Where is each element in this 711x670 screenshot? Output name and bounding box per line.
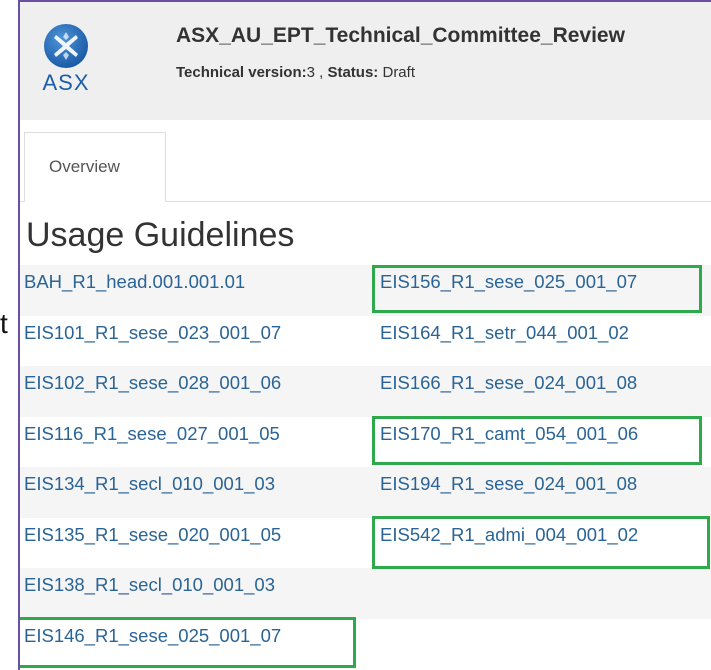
stray-character: t [0,308,8,339]
usage-guidelines-heading: Usage Guidelines [26,216,295,254]
asx-logo: ASX [38,24,94,96]
table-row: EIS101_R1_sese_023_001_07 EIS164_R1_setr… [20,316,711,367]
guideline-link[interactable]: EIS101_R1_sese_023_001_07 [24,316,281,366]
guideline-link[interactable]: EIS194_R1_sese_024_001_08 [380,467,637,517]
guideline-link[interactable]: EIS146_R1_sese_025_001_07 [24,619,281,669]
guideline-link[interactable]: BAH_R1_head.001.001.01 [24,265,245,315]
table-row: EIS138_R1_secl_010_001_03 [20,568,711,619]
tab-bar: Overview [20,120,711,202]
guideline-link[interactable]: EIS542_R1_admi_004_001_02 [380,518,638,568]
guideline-link[interactable]: EIS135_R1_sese_020_001_05 [24,518,281,568]
app-frame: ASX ASX_AU_EPT_Technical_Committee_Revie… [18,0,711,670]
usage-guidelines-grid: BAH_R1_head.001.001.01 EIS156_R1_sese_02… [20,265,711,669]
version-label: Technical version: [176,64,307,81]
guideline-link[interactable]: EIS166_R1_sese_024_001_08 [380,366,637,416]
table-row: EIS134_R1_secl_010_001_03 EIS194_R1_sese… [20,467,711,518]
page-header: ASX ASX_AU_EPT_Technical_Committee_Revie… [20,2,711,120]
page-title: ASX_AU_EPT_Technical_Committee_Review [176,24,625,47]
version-value: 3 , [306,64,324,81]
guideline-link[interactable]: EIS156_R1_sese_025_001_07 [380,265,637,315]
status-value: Draft [382,64,415,81]
version-status-line: Technical version:3 , Status: Draft [176,64,415,81]
guideline-link[interactable]: EIS102_R1_sese_028_001_06 [24,366,281,416]
status-label: Status: [327,64,379,81]
table-row: EIS135_R1_sese_020_001_05 EIS542_R1_admi… [20,518,711,569]
guideline-link[interactable]: EIS134_R1_secl_010_001_03 [24,467,275,517]
guideline-link[interactable]: EIS138_R1_secl_010_001_03 [24,568,275,618]
guideline-link[interactable]: EIS116_R1_sese_027_001_05 [24,417,280,467]
guideline-link[interactable]: EIS164_R1_setr_044_001_02 [380,316,629,366]
table-row: EIS102_R1_sese_028_001_06 EIS166_R1_sese… [20,366,711,417]
table-row: EIS146_R1_sese_025_001_07 [20,619,711,670]
table-row: EIS116_R1_sese_027_001_05 EIS170_R1_camt… [20,417,711,468]
tab-overview[interactable]: Overview [24,132,166,202]
asx-logo-mark-icon [44,24,88,68]
table-row: BAH_R1_head.001.001.01 EIS156_R1_sese_02… [20,265,711,316]
guideline-link[interactable]: EIS170_R1_camt_054_001_06 [380,417,638,467]
asx-logo-text: ASX [42,70,90,95]
